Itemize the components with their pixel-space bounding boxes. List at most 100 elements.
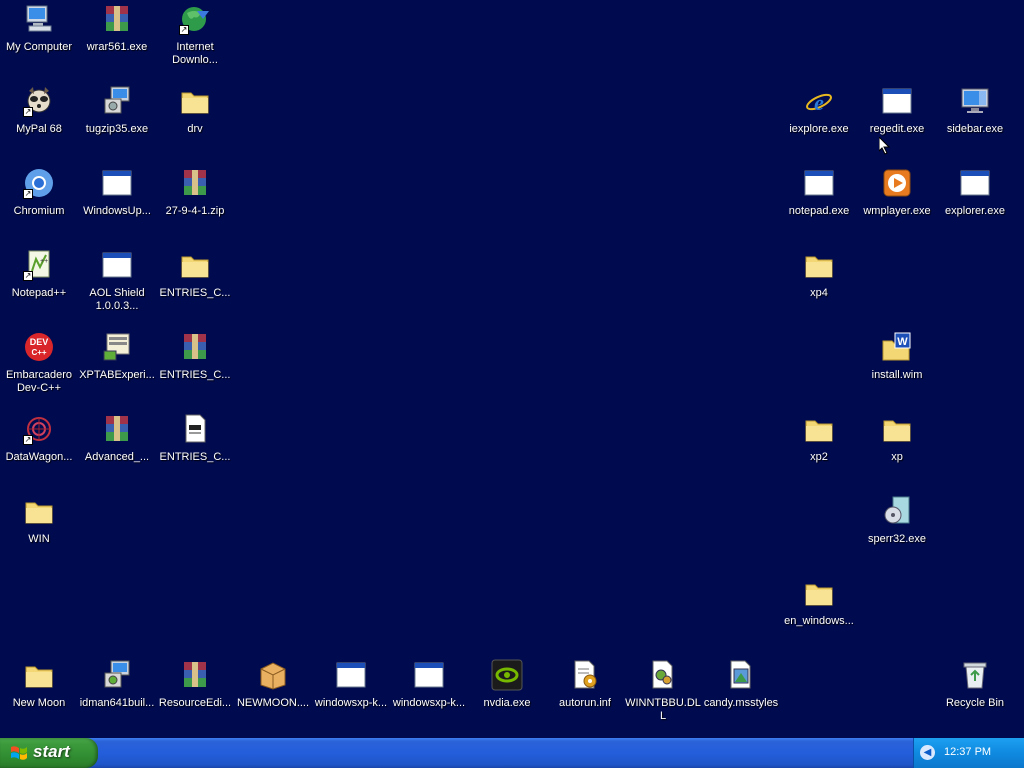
winrar-icon: [101, 3, 133, 35]
tugzip-exe[interactable]: tugzip35.exe: [78, 85, 156, 165]
winntbbu-dll[interactable]: WINNTBBU.DLL: [624, 659, 702, 739]
windowsxp-k-exe-2[interactable]: windowsxp-k...: [390, 659, 468, 739]
disc-installer-icon: [881, 495, 913, 527]
nvdia-exe[interactable]: nvdia.exe: [468, 659, 546, 739]
installer-icon: [101, 659, 133, 691]
sperr32-exe[interactable]: sperr32.exe: [858, 495, 936, 575]
winrar-icon: [179, 331, 211, 363]
wmplayer-exe[interactable]: wmplayer.exe: [858, 167, 936, 247]
application-window-icon: [959, 167, 991, 199]
zip-27-9-4-1[interactable]: 27-9-4-1.zip: [156, 167, 234, 247]
application-window-icon: [413, 659, 445, 691]
iexplore-exe[interactable]: e iexplore.exe: [780, 85, 858, 165]
folder-archive-icon: W: [881, 331, 913, 363]
setup-icon: [101, 331, 133, 363]
svg-text:DEV: DEV: [30, 337, 49, 347]
windowsxp-k-exe-1[interactable]: windowsxp-k...: [312, 659, 390, 739]
computer-icon: [23, 3, 55, 35]
folder-icon: [23, 495, 55, 527]
shortcut-arrow-icon: ↗: [23, 435, 33, 445]
xp2-folder[interactable]: xp2: [780, 413, 858, 493]
nvidia-icon: [491, 659, 523, 691]
application-window-icon: [101, 167, 133, 199]
xp4-folder[interactable]: xp4: [780, 249, 858, 329]
windowsup-exe[interactable]: WindowsUp...: [78, 167, 156, 247]
shortcut-arrow-icon: ↗: [23, 107, 33, 117]
recycle-bin[interactable]: Recycle Bin: [936, 659, 1014, 739]
newmoon-package[interactable]: NEWMOON....: [234, 659, 312, 739]
settings-file-icon: [569, 659, 601, 691]
my-computer-icon-item[interactable]: My Computer: [0, 3, 78, 83]
entries-document[interactable]: ENTRIES_C...: [156, 413, 234, 493]
entries-folder[interactable]: ENTRIES_C...: [156, 249, 234, 329]
media-player-icon: [881, 167, 913, 199]
notepadpp-icon: ++ ↗: [23, 249, 55, 281]
application-window-icon: [335, 659, 367, 691]
shortcut-arrow-icon: ↗: [23, 189, 33, 199]
aol-shield-exe[interactable]: AOL Shield 1.0.0.3...: [78, 249, 156, 329]
install-wim[interactable]: W install.wim: [858, 331, 936, 411]
dll-file-icon: [647, 659, 679, 691]
shortcut-arrow-icon: ↗: [179, 25, 189, 35]
win-folder[interactable]: WIN: [0, 495, 78, 575]
mypal-shortcut[interactable]: ↗ MyPal 68: [0, 85, 78, 165]
autorun-inf[interactable]: autorun.inf: [546, 659, 624, 739]
taskbar: start ◀ 12:37 PM: [0, 738, 1024, 768]
monitor-icon: [959, 85, 991, 117]
chromium-shortcut[interactable]: ↗ Chromium: [0, 167, 78, 247]
internet-download-manager-shortcut[interactable]: ↗ Internet Downlo...: [156, 3, 234, 83]
entries-archive[interactable]: ENTRIES_C...: [156, 331, 234, 411]
folder-icon: [881, 413, 913, 445]
notepadpp-shortcut[interactable]: ++ ↗ Notepad++: [0, 249, 78, 329]
notepad-exe[interactable]: notepad.exe: [780, 167, 858, 247]
winrar-icon: [101, 413, 133, 445]
embarcadero-devcpp-shortcut[interactable]: DEV C++ Embarcadero Dev-C++: [0, 331, 78, 411]
sidebar-exe[interactable]: sidebar.exe: [936, 85, 1014, 165]
application-window-icon: [101, 249, 133, 281]
winrar-icon: [179, 167, 211, 199]
explorer-exe[interactable]: explorer.exe: [936, 167, 1014, 247]
folder-icon: [803, 249, 835, 281]
document-icon: [179, 413, 211, 445]
drv-folder[interactable]: drv: [156, 85, 234, 165]
theme-file-icon: [725, 659, 757, 691]
svg-text:C++: C++: [31, 348, 46, 357]
mouse-pointer-icon: [879, 137, 891, 155]
windows-flag-icon: [10, 745, 28, 761]
svg-text:W: W: [897, 336, 908, 348]
regedit-exe[interactable]: regedit.exe: [858, 85, 936, 165]
folder-icon: [803, 413, 835, 445]
clock[interactable]: 12:37 PM: [944, 746, 991, 758]
desktop[interactable]: My Computer ↗ MyPal 68 ↗ Chromium ++ ↗ N…: [0, 0, 1024, 738]
installer-icon: [101, 85, 133, 117]
shortcut-arrow-icon: ↗: [23, 271, 33, 281]
svg-text:++: ++: [40, 258, 48, 265]
folder-icon: [179, 249, 211, 281]
datawagon-shortcut[interactable]: ↗ DataWagon...: [0, 413, 78, 493]
idman-installer[interactable]: idman641buil...: [78, 659, 156, 739]
show-hidden-icons-button[interactable]: ◀: [920, 745, 935, 760]
en-windows-folder[interactable]: en_windows...: [780, 577, 858, 657]
application-window-icon: [881, 85, 913, 117]
application-window-icon: [803, 167, 835, 199]
devcpp-icon: DEV C++: [23, 331, 55, 363]
start-label: start: [33, 742, 70, 761]
new-moon-folder[interactable]: New Moon: [0, 659, 78, 739]
internet-explorer-icon: e: [803, 85, 835, 117]
winrar-icon: [179, 659, 211, 691]
start-button[interactable]: start: [0, 738, 98, 768]
resourceedi-archive[interactable]: ResourceEdi...: [156, 659, 234, 739]
wrar-exe[interactable]: wrar561.exe: [78, 3, 156, 83]
package-icon: [257, 659, 289, 691]
folder-icon: [23, 659, 55, 691]
advanced-archive[interactable]: Advanced_...: [78, 413, 156, 493]
xptabexperi-exe[interactable]: XPTABExperi...: [78, 331, 156, 411]
recycle-bin-icon: [959, 659, 991, 691]
svg-text:e: e: [814, 90, 824, 115]
folder-icon: [803, 577, 835, 609]
xp-folder[interactable]: xp: [858, 413, 936, 493]
raccoon-icon: ↗: [23, 85, 55, 117]
datawagon-icon: ↗: [23, 413, 55, 445]
candy-msstyles[interactable]: candy.msstyles: [702, 659, 780, 739]
folder-icon: [179, 85, 211, 117]
